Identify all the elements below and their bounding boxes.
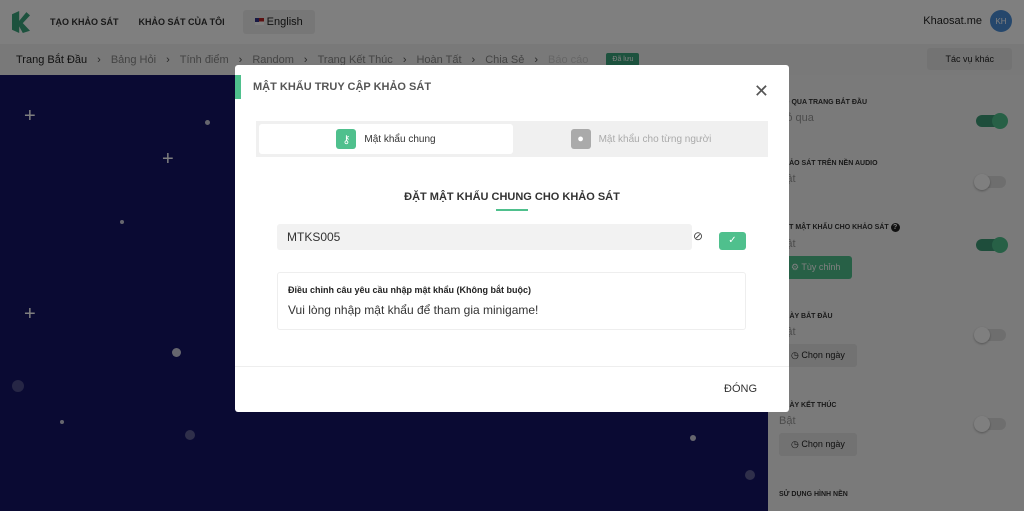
tab-per-user-password[interactable]: ● Mật khẩu cho từng người	[514, 124, 768, 154]
confirm-check-button[interactable]: ✓	[719, 232, 746, 250]
shared-password-panel: ĐẶT MẬT KHẨU CHUNG CHO KHẢO SÁT MTKS005 …	[256, 157, 768, 350]
prompt-label: Điều chỉnh câu yêu cầu nhập mật khẩu (Kh…	[288, 285, 532, 295]
heading-underline	[496, 209, 528, 211]
modal-title: MẬT KHẨU TRUY CẬP KHẢO SÁT	[235, 75, 431, 99]
key-icon: ⚷	[336, 129, 357, 149]
tab-shared-password[interactable]: ⚷ Mật khẩu chung	[259, 124, 513, 154]
prompt-input[interactable]: Vui lòng nhập mật khẩu để tham gia minig…	[288, 303, 735, 317]
section-heading: ĐẶT MẬT KHẨU CHUNG CHO KHẢO SÁT	[404, 191, 620, 203]
user-icon: ●	[570, 129, 591, 149]
tab-label: Mật khẩu chung	[364, 133, 436, 145]
tab-label: Mật khẩu cho từng người	[598, 133, 712, 145]
close-button[interactable]: ĐÓNG	[724, 383, 757, 395]
eye-slash-icon[interactable]: ⊘	[693, 229, 703, 243]
close-icon[interactable]: ✕	[754, 81, 769, 102]
modal-footer: ĐÓNG	[235, 366, 789, 412]
password-input[interactable]: MTKS005	[277, 224, 692, 250]
password-modal: MẬT KHẨU TRUY CẬP KHẢO SÁT ✕ ⚷ Mật khẩu c…	[235, 65, 789, 412]
prompt-field[interactable]: Điều chỉnh câu yêu cầu nhập mật khẩu (Kh…	[277, 272, 746, 330]
password-tabs: ⚷ Mật khẩu chung ● Mật khẩu cho từng người	[256, 121, 768, 157]
modal-body: ⚷ Mật khẩu chung ● Mật khẩu cho từng người…	[256, 121, 768, 350]
